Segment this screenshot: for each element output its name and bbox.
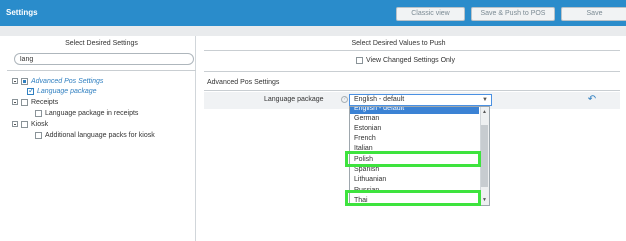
view-changed-toggle[interactable]: View Changed Settings Only [356, 57, 455, 64]
settings-tree-panel: Select Desired Settings Advanced Pos Set… [7, 36, 196, 241]
dropdown-option[interactable]: Estonian [354, 124, 381, 134]
page-title: Settings [6, 8, 38, 17]
dropdown-option[interactable]: German [354, 114, 379, 124]
section-title: Advanced Pos Settings [207, 79, 280, 86]
scroll-up-icon[interactable]: ▲ [481, 109, 488, 115]
view-changed-label: View Changed Settings Only [366, 57, 455, 64]
dropdown-option[interactable]: French [354, 134, 376, 144]
help-icon[interactable]: ? [341, 96, 348, 103]
divider [204, 71, 620, 72]
dropdown-option[interactable]: Lithuanian [354, 175, 386, 185]
highlight-box-thai [345, 190, 481, 206]
tree-node-advanced-pos-settings[interactable]: Advanced Pos Settings [12, 76, 103, 86]
checkbox[interactable] [21, 98, 28, 106]
checked-checkbox[interactable] [27, 86, 35, 95]
collapse-toggle-icon[interactable] [12, 78, 18, 84]
tree-node-receipts[interactable]: Receipts [12, 97, 58, 107]
tree-item-label: Language package in receipts [45, 109, 139, 117]
divider [204, 90, 620, 91]
tree-item-language-package[interactable]: Language package [27, 86, 97, 96]
tree-item-label: Additional language packs for kiosk [45, 131, 155, 139]
divider [204, 50, 620, 51]
dropdown-scrollbar[interactable]: ▲ ▼ [480, 107, 489, 205]
language-package-select[interactable]: English - default ▼ [349, 94, 492, 106]
right-panel-heading: Select Desired Values to Push [351, 40, 446, 47]
scroll-down-icon[interactable]: ▼ [481, 197, 488, 203]
tree-node-label: Receipts [31, 98, 59, 106]
tree-node-label: Advanced Pos Settings [31, 77, 104, 85]
scrollbar-thumb[interactable] [481, 125, 488, 187]
tree-item-label: Language package [37, 87, 97, 95]
classic-view-button[interactable]: Classic view [396, 7, 465, 21]
dropdown-option[interactable]: English - default [354, 107, 404, 114]
tree-node-kiosk[interactable]: Kiosk [12, 119, 48, 129]
checkbox[interactable] [21, 120, 28, 128]
partial-checkbox[interactable] [21, 77, 28, 85]
collapse-toggle-icon[interactable] [12, 99, 18, 105]
save-push-to-pos-button[interactable]: Save & Push to POS [471, 7, 555, 21]
select-value: English - default [354, 96, 405, 103]
tree-item-additional-language-packs[interactable]: Additional language packs for kiosk [35, 130, 155, 140]
highlight-box-polish [345, 151, 481, 167]
header-divider [0, 26, 626, 36]
divider [7, 70, 196, 71]
tree-item-language-package-in-receipts[interactable]: Language package in receipts [35, 108, 138, 118]
checkbox[interactable] [35, 131, 42, 139]
view-changed-checkbox[interactable] [356, 57, 363, 64]
chevron-down-icon: ▼ [482, 97, 488, 103]
undo-icon[interactable]: ↶ [585, 94, 599, 106]
dropdown-option[interactable]: Italian [354, 144, 373, 150]
tree-node-label: Kiosk [31, 120, 49, 128]
save-button[interactable]: Save [561, 7, 626, 21]
app-header: Settings Classic view Save & Push to POS… [0, 0, 626, 26]
collapse-toggle-icon[interactable] [12, 121, 18, 127]
left-panel-heading: Select Desired Settings [65, 40, 138, 47]
checkbox[interactable] [35, 109, 42, 117]
setting-label: Language package [264, 96, 324, 103]
settings-search-input[interactable] [14, 53, 194, 65]
